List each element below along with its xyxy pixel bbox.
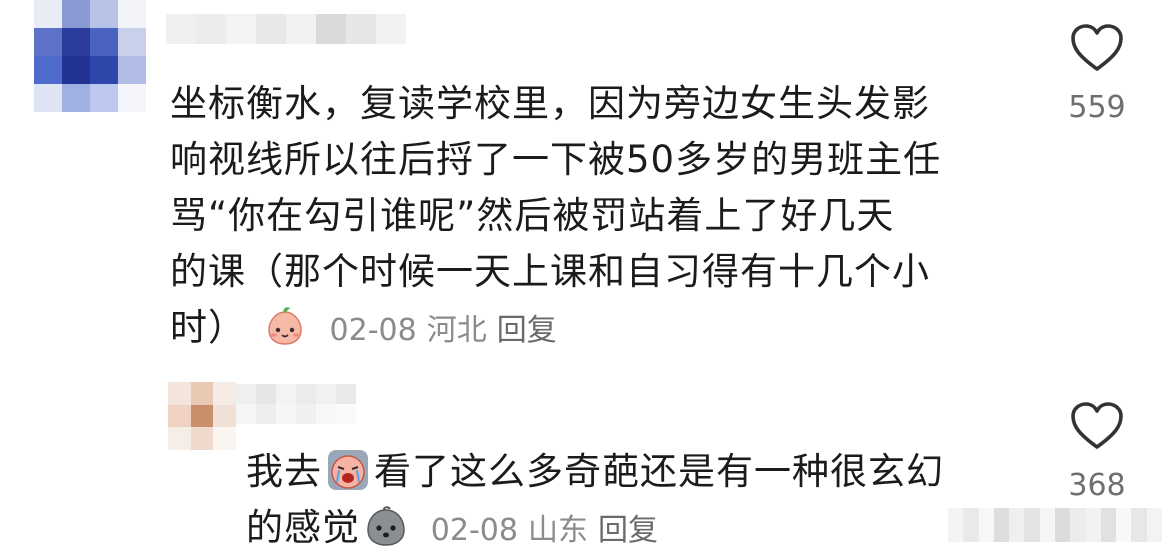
comment-location: 河北 (426, 313, 487, 348)
comment-date: 02-08 (329, 313, 417, 348)
comment-last-line: 时） 02-08 河北 回复 (170, 300, 941, 356)
peach-face-sticker-icon (263, 304, 307, 348)
like-count: 559 (1068, 90, 1126, 125)
avatar[interactable] (168, 382, 236, 450)
comment-line: 骂“你在勾引谁呢”然后被罚站着上了好几天 (170, 194, 895, 237)
comment-date: 02-08 (430, 513, 518, 548)
comment-line: 坐标衡水，复读学校里，因为旁边女生头发影 (170, 82, 930, 125)
comment-line: 看了这么多奇葩还是有一种很玄幻 (374, 450, 944, 493)
comment-body: 我去 看了这么多奇葩还是有一种很玄幻 的感觉 02-08 山东 回复 (246, 444, 944, 556)
comment-line: 响视线所以往后捋了一下被50多岁的男班主任 (170, 138, 942, 181)
pouting-gray-face-icon (364, 504, 408, 548)
comment-body: 坐标衡水，复读学校里，因为旁边女生头发影 响视线所以往后捋了一下被50多岁的男班… (170, 76, 941, 356)
comment-last-line: 的感觉 02-08 山东 回复 (246, 500, 944, 556)
comment-line: 我去 (246, 450, 322, 493)
heart-icon[interactable] (1069, 22, 1125, 74)
like-group: 559 (1047, 22, 1147, 125)
watermark-mosaic (948, 508, 1162, 542)
comment-meta: 02-08 河北 回复 (330, 313, 557, 348)
reply-button[interactable]: 回复 (598, 513, 658, 548)
comment-first-line: 我去 看了这么多奇葩还是有一种很玄幻 (246, 444, 944, 500)
like-count: 368 (1068, 468, 1126, 503)
username[interactable] (166, 14, 406, 44)
like-group: 368 (1047, 400, 1147, 503)
comment-location: 山东 (527, 513, 588, 548)
reply-button[interactable]: 回复 (497, 313, 557, 348)
comment-line: 的感觉 (246, 506, 360, 549)
comment-line: 的课（那个时候一天上课和自习得有十几个小 (170, 250, 930, 293)
username[interactable] (236, 384, 356, 424)
avatar[interactable] (34, 0, 146, 112)
comment-line: 时） (170, 306, 246, 349)
heart-icon[interactable] (1069, 400, 1125, 452)
crying-sticker-icon (326, 448, 370, 492)
comment-meta: 02-08 山东 回复 (431, 513, 658, 548)
